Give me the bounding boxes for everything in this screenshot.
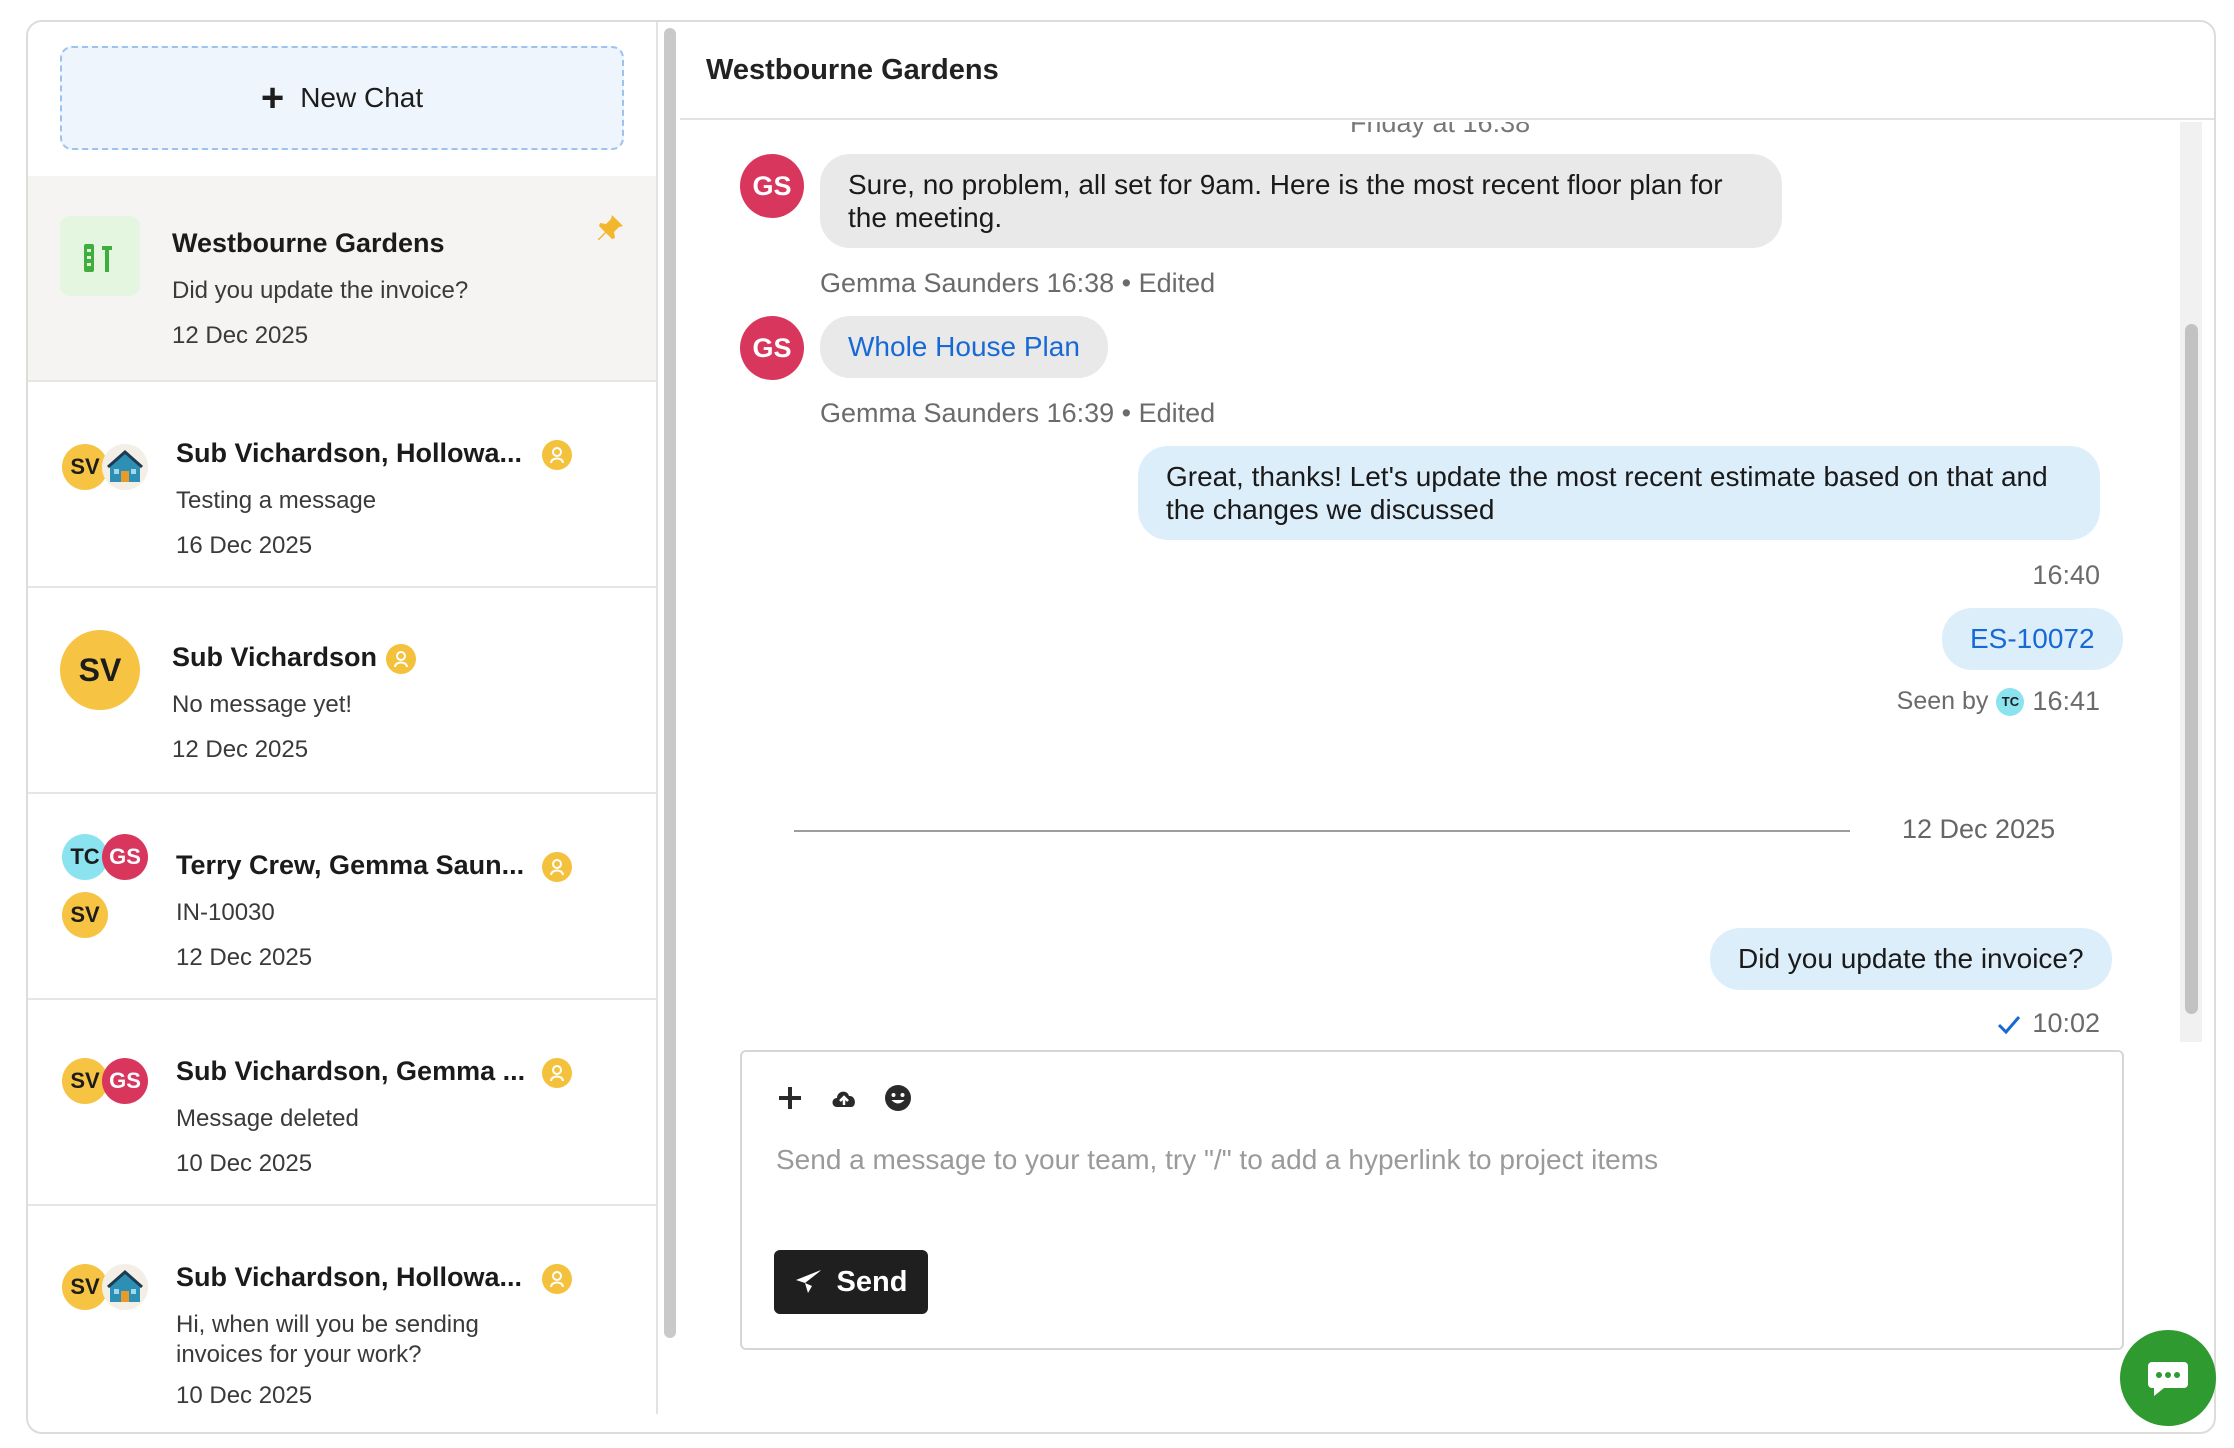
chat-preview: Did you update the invoice? xyxy=(172,277,469,304)
message-bubble: Did you update the invoice? xyxy=(1710,928,2112,990)
seen-label: Seen by xyxy=(1896,687,1989,715)
send-button[interactable]: Send xyxy=(774,1250,928,1314)
person-badge-icon xyxy=(386,644,416,674)
message-time: 16:40 xyxy=(2032,560,2100,590)
person-badge-icon xyxy=(542,1058,572,1088)
chat-preview: Message deleted xyxy=(176,1105,359,1132)
chat-list-item[interactable]: SV GS Sub Vichardson, Gemma ... Message … xyxy=(28,1000,656,1206)
emoji-icon[interactable] xyxy=(882,1082,914,1114)
add-icon[interactable] xyxy=(774,1082,806,1114)
chat-title: Westbourne Gardens xyxy=(172,228,445,258)
send-icon xyxy=(795,1270,821,1293)
chat-list-item[interactable]: SV Sub Vichardson No message yet! 12 Dec… xyxy=(28,588,656,794)
message-bubble: Great, thanks! Let's update the most rec… xyxy=(1138,446,2100,540)
message-input[interactable]: Send a message to your team, try "/" to … xyxy=(776,1144,1658,1176)
person-badge-icon xyxy=(542,852,572,882)
pin-icon[interactable] xyxy=(594,212,626,249)
whole-house-plan-link[interactable]: Whole House Plan xyxy=(820,316,1108,378)
chat-title: Sub Vichardson, Gemma ... xyxy=(176,1056,526,1086)
house-avatar-icon xyxy=(102,444,148,490)
project-logo-icon xyxy=(60,216,140,296)
chat-list-item[interactable]: Westbourne Gardens Did you update the in… xyxy=(28,176,656,382)
estimate-link[interactable]: ES-10072 xyxy=(1942,608,2123,670)
chat-title: Sub Vichardson, Hollowa... xyxy=(176,1262,523,1292)
message-meta: Gemma Saunders 16:39 • Edited xyxy=(820,398,1216,428)
avatar: GS xyxy=(740,154,804,218)
chat-date: 12 Dec 2025 xyxy=(172,736,309,763)
chat-list-item[interactable]: SV Sub Vichardson, Hollowa... Hi, when w… xyxy=(28,1206,656,1414)
chat-bubble-icon xyxy=(2148,1362,2188,1396)
seen-avatar: TC xyxy=(1996,687,2025,716)
chat-support-button[interactable] xyxy=(2120,1330,2216,1426)
date-divider: 12 Dec 2025 xyxy=(1902,814,2056,844)
conversation-panel: Westbourne Gardens Friday at 16:38 GS Su… xyxy=(680,22,2214,1414)
message-bubble: Sure, no problem, all set for 9am. Here … xyxy=(820,154,1782,248)
avatar: GS xyxy=(102,1058,148,1104)
message-time: 10:02 xyxy=(2032,1008,2100,1038)
chat-date: 12 Dec 2025 xyxy=(176,944,313,971)
chat-title: Terry Crew, Gemma Saun... xyxy=(176,850,525,880)
chat-preview: Testing a message xyxy=(176,487,377,514)
chat-title: Sub Vichardson xyxy=(172,642,378,672)
chat-date: 10 Dec 2025 xyxy=(176,1382,313,1409)
composer-toolbar xyxy=(774,1082,914,1114)
new-chat-button[interactable]: + New Chat xyxy=(60,46,624,150)
message-list: Friday at 16:38 GS Sure, no problem, all… xyxy=(680,122,2170,1042)
seen-receipt: Seen by TC 16:41 xyxy=(1897,686,2100,717)
person-badge-icon xyxy=(542,1264,572,1294)
delivery-status: 10:02 xyxy=(1996,1008,2100,1039)
message-time: 16:41 xyxy=(2032,686,2100,716)
message-scrollbar[interactable] xyxy=(2185,324,2198,1014)
upload-cloud-icon[interactable] xyxy=(828,1082,860,1114)
house-avatar-icon xyxy=(102,1264,148,1310)
message-meta: Gemma Saunders 16:38 • Edited xyxy=(820,268,1216,298)
person-badge-icon xyxy=(542,440,572,470)
chat-list-item[interactable]: TC GS SV Terry Crew, Gemma Saun... IN-10… xyxy=(28,794,656,1000)
date-divider-line xyxy=(794,830,1850,832)
chat-sidebar: + New Chat Westbourne Gardens Did you up… xyxy=(28,22,658,1414)
chat-list-item[interactable]: SV Sub Vichardson, Hollowa... Testing a … xyxy=(28,382,656,588)
chat-preview: Hi, when will you be sending invoices fo… xyxy=(176,1311,479,1368)
sidebar-scrollbar[interactable] xyxy=(664,28,676,1338)
date-separator: Friday at 16:38 xyxy=(1350,122,1531,138)
chat-app: + New Chat Westbourne Gardens Did you up… xyxy=(26,20,2216,1434)
chat-date: 12 Dec 2025 xyxy=(172,322,309,349)
plus-icon: + xyxy=(260,76,285,120)
avatar: SV xyxy=(62,892,108,938)
new-chat-label: New Chat xyxy=(300,82,424,113)
chat-date: 16 Dec 2025 xyxy=(176,532,313,559)
chat-preview: No message yet! xyxy=(172,691,353,718)
check-icon xyxy=(1998,1015,2021,1034)
conversation-title: Westbourne Gardens xyxy=(680,22,2214,120)
chat-date: 10 Dec 2025 xyxy=(176,1150,313,1177)
chat-title: Sub Vichardson, Hollowa... xyxy=(176,438,523,468)
avatar: GS xyxy=(102,834,148,880)
avatar: SV xyxy=(60,630,140,710)
message-composer: Send a message to your team, try "/" to … xyxy=(740,1050,2124,1350)
chat-preview: IN-10030 xyxy=(176,899,275,926)
send-label: Send xyxy=(836,1265,908,1298)
avatar: GS xyxy=(740,316,804,380)
